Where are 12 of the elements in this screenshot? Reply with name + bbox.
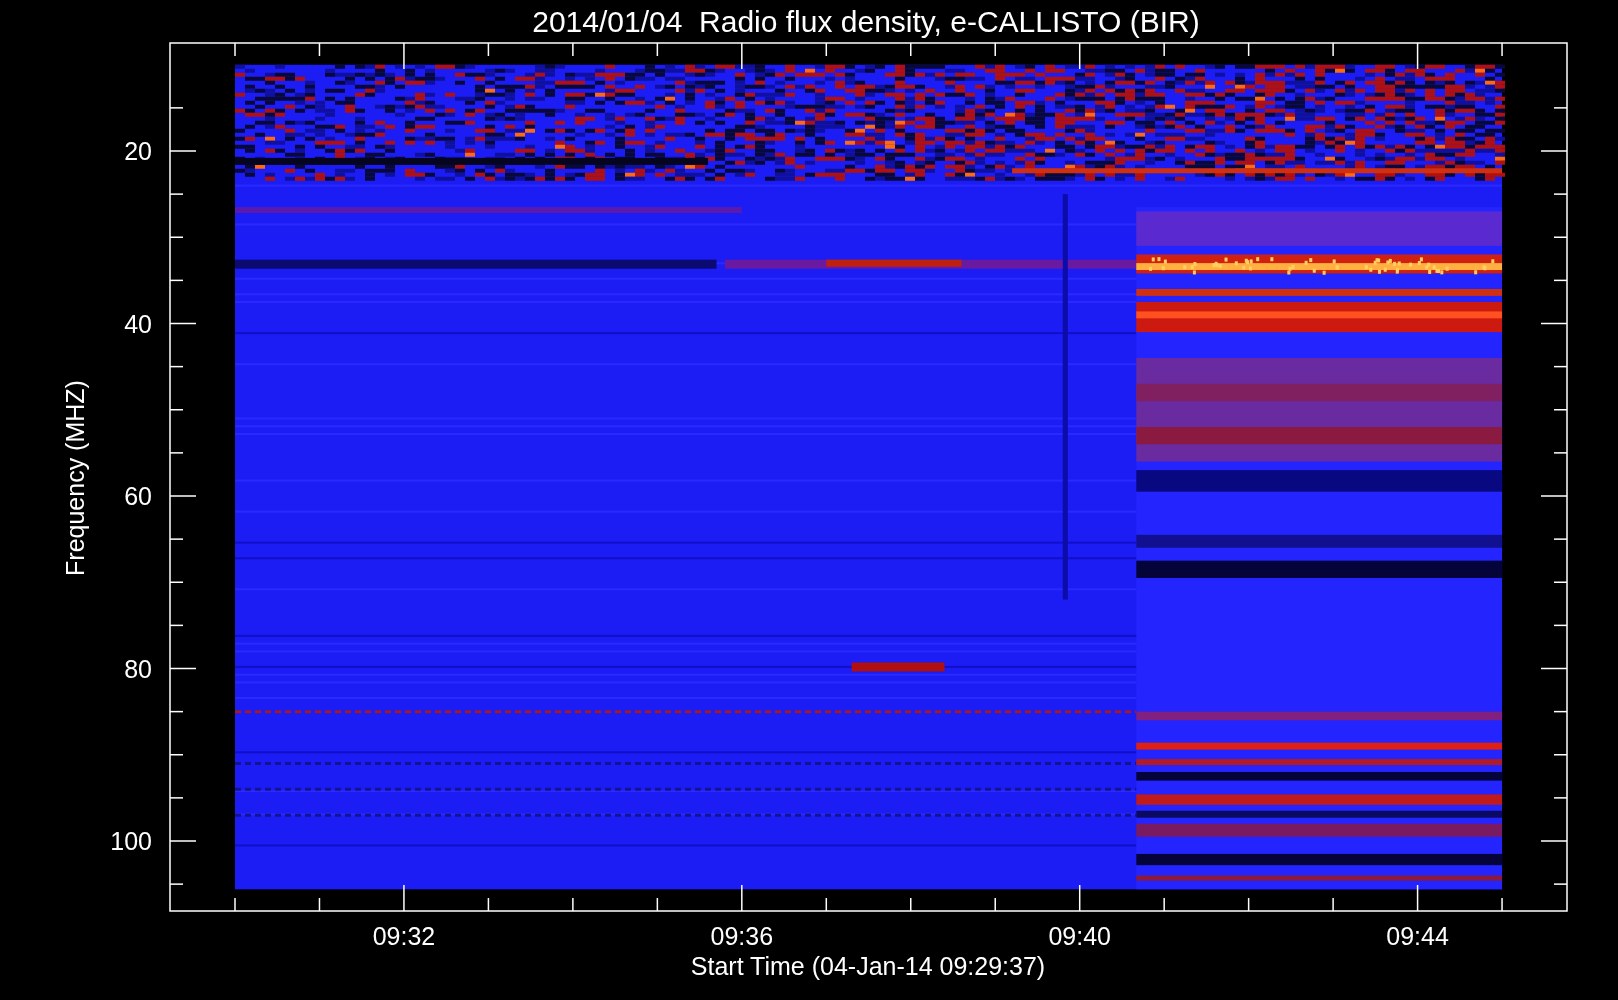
axis-title: Start Time (04-Jan-14 09:29:37) (690, 952, 1046, 980)
axis-tick-label: 09:40 (1048, 922, 1111, 950)
axis-tick-label: 80 (124, 654, 152, 683)
axis-tick-label: 40 (124, 309, 152, 338)
axis-title: Frequency (MHZ) (61, 380, 89, 576)
axis-tick-label: 60 (124, 482, 152, 510)
axis-tick-label: 09:32 (372, 922, 436, 950)
axis-tick-label: 09:36 (710, 922, 774, 950)
axis-tick-label: 20 (124, 137, 152, 165)
chart-title: 2014/01/04 Radio flux density, e-CALLISTO (BIR) (532, 5, 1200, 38)
axis-tick-label: 09:44 (1386, 922, 1449, 950)
axis-tick-label: 100 (110, 827, 152, 855)
